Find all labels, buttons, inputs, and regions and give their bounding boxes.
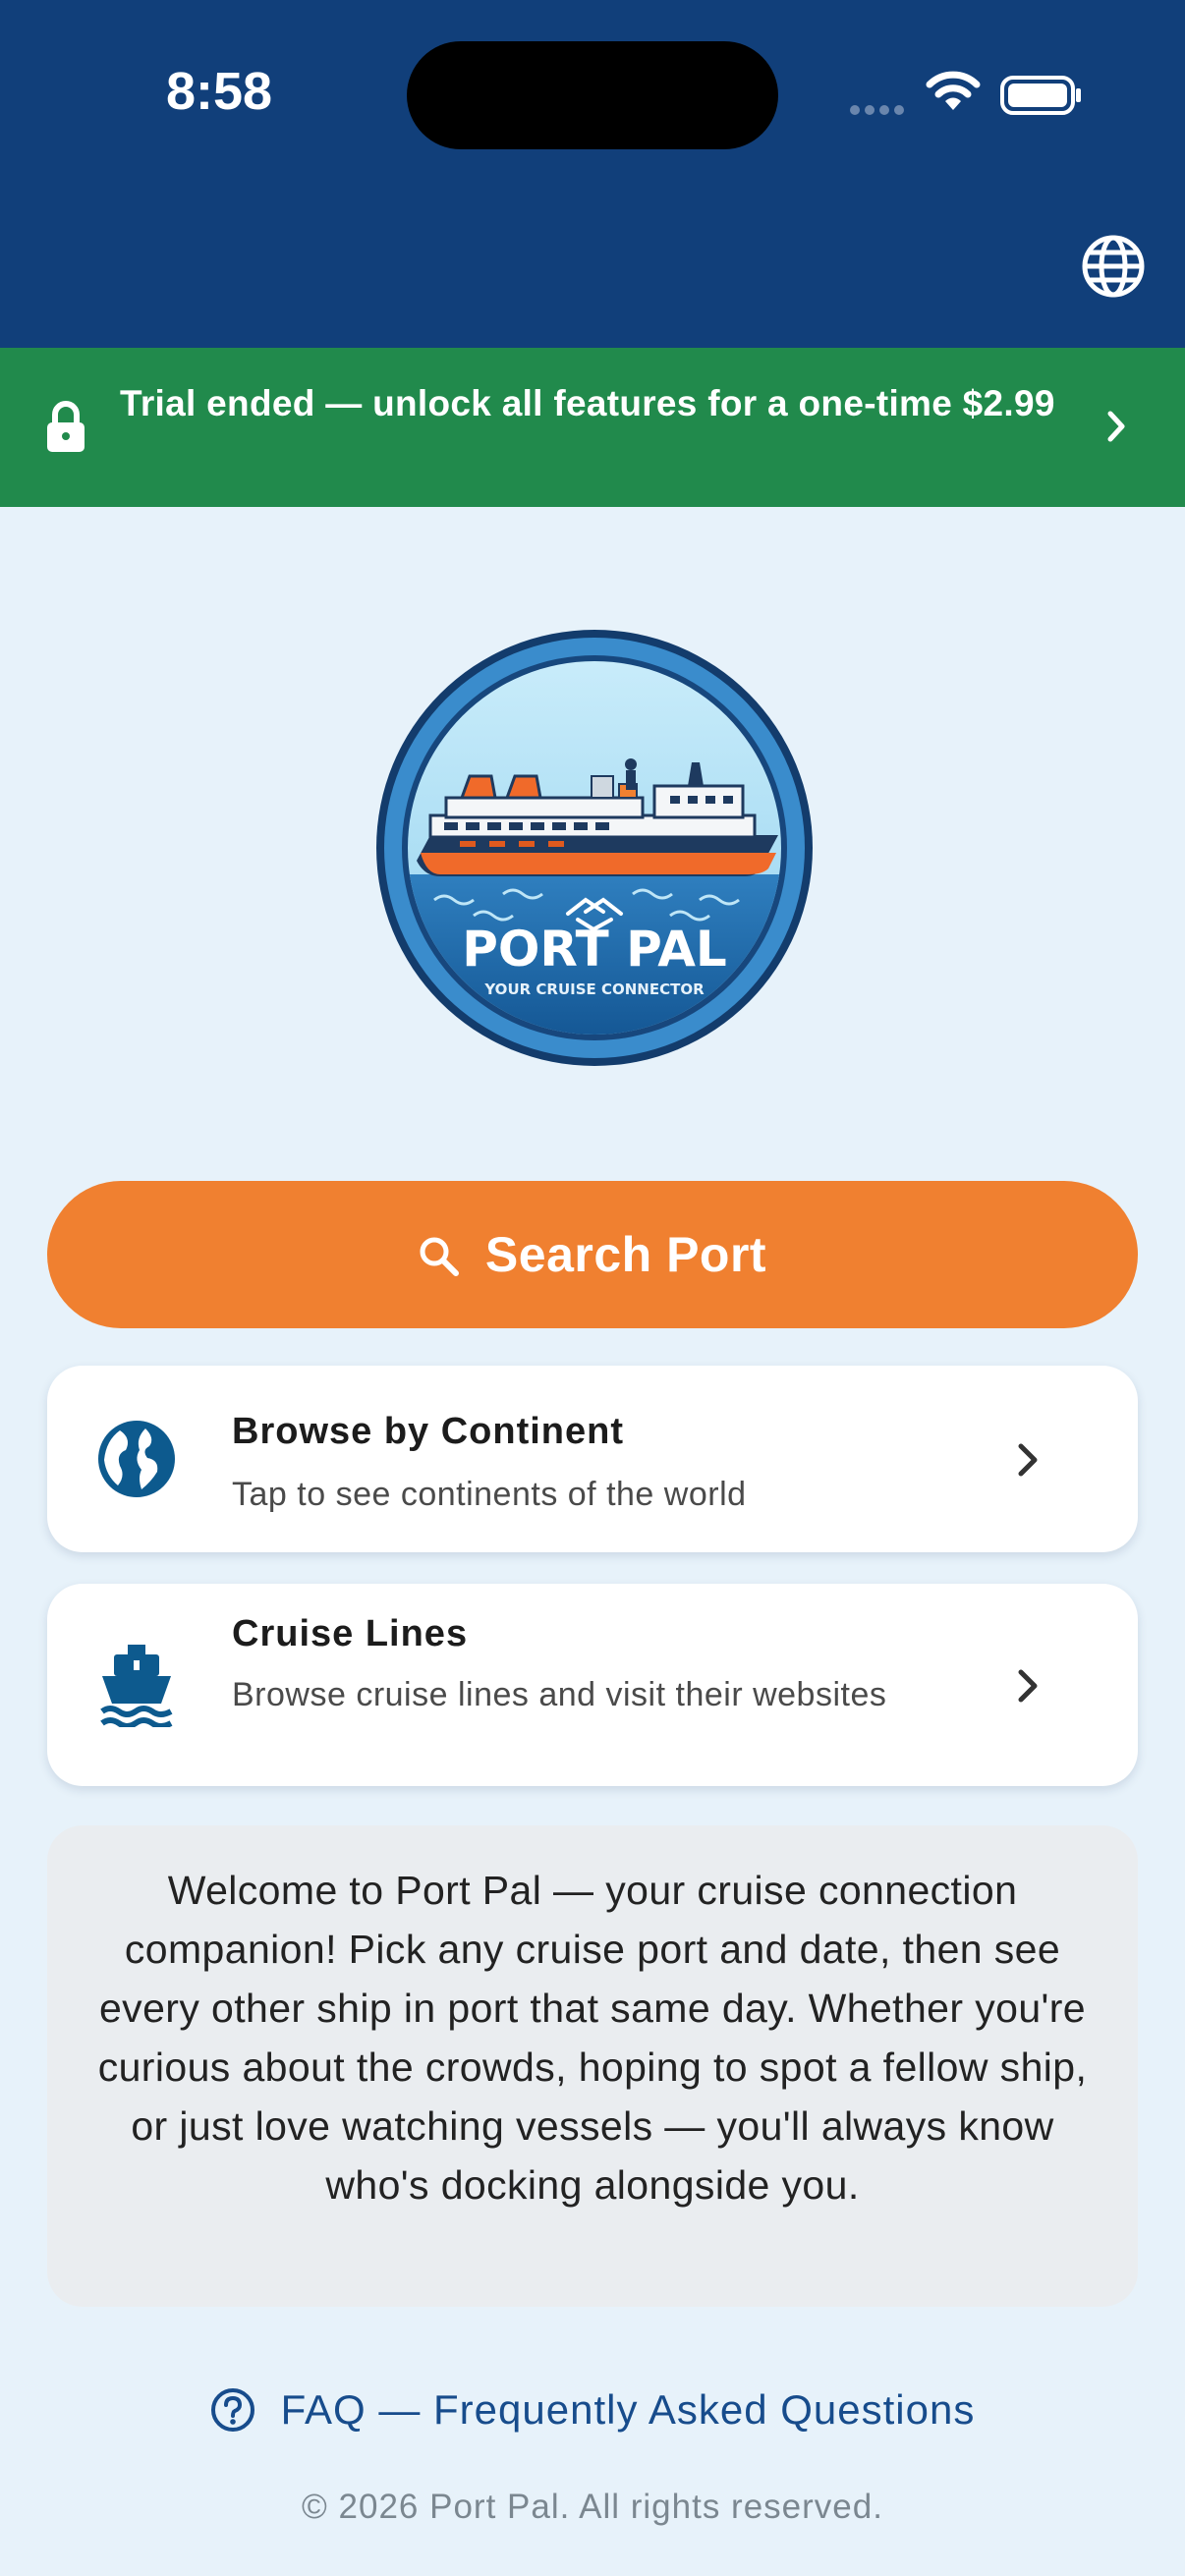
chevron-right-icon: [1107, 411, 1125, 442]
card-subtitle: Tap to see continents of the world: [232, 1476, 747, 1513]
app-header: 8:58: [0, 0, 1185, 348]
trial-message: Trial ended — unlock all features for a …: [120, 383, 1055, 423]
help-circle-icon: [210, 2388, 254, 2432]
wifi-icon: [926, 71, 981, 110]
globe-icon[interactable]: [1081, 234, 1146, 299]
lock-icon: [47, 401, 85, 452]
search-port-label: Search Port: [484, 1227, 767, 1282]
search-port-button[interactable]: Search Port: [47, 1181, 1138, 1328]
chevron-right-icon: [1018, 1443, 1038, 1477]
battery-icon: [1000, 76, 1081, 115]
card-title: Cruise Lines: [232, 1613, 469, 1654]
status-time: 8:58: [165, 62, 273, 121]
faq-label: FAQ — Frequently Asked Questions: [280, 2386, 976, 2433]
ship-icon: [100, 1645, 173, 1727]
card-title: Browse by Continent: [232, 1411, 625, 1452]
welcome-text: Welcome to Port Pal — your cruise connec…: [97, 1868, 1088, 2208]
dynamic-island: [407, 41, 778, 149]
logo-title: PORT PAL: [462, 921, 727, 978]
logo-tagline: YOUR CRUISE CONNECTOR: [483, 980, 705, 998]
cellular-signal-icon: [850, 105, 904, 115]
cruise-lines-card[interactable]: Cruise Lines Browse cruise lines and vis…: [47, 1584, 1138, 1786]
copyright: © 2026 Port Pal. All rights reserved.: [302, 2488, 883, 2526]
earth-icon: [98, 1421, 175, 1497]
faq-link[interactable]: FAQ — Frequently Asked Questions: [0, 2376, 1185, 2444]
browse-continent-card[interactable]: Browse by Continent Tap to see continent…: [47, 1366, 1138, 1552]
search-icon: [420, 1237, 459, 1276]
welcome-panel: Welcome to Port Pal — your cruise connec…: [47, 1825, 1138, 2307]
app-logo: PORT PAL YOUR CRUISE CONNECTOR: [376, 630, 813, 1066]
trial-banner[interactable]: Trial ended — unlock all features for a …: [0, 348, 1185, 507]
card-subtitle: Browse cruise lines and visit their webs…: [232, 1676, 887, 1713]
chevron-right-icon: [1018, 1669, 1038, 1703]
